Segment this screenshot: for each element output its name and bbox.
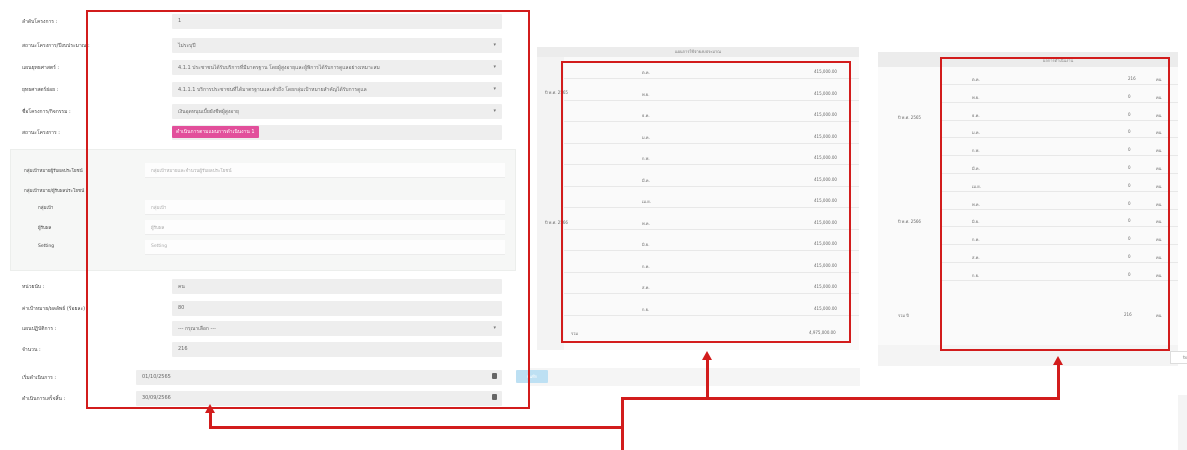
target-label: กลุ่มเป้า [38, 206, 54, 211]
page-edge-strip [1178, 395, 1187, 450]
budget-plan-year-column [537, 57, 564, 350]
arrow-up-icon [702, 351, 712, 360]
strategy-label: แผนยุทธศาสตร์ : [22, 65, 60, 71]
annotation-connector [621, 397, 1059, 400]
beneficiary-label: ผู้รับผล [38, 226, 52, 231]
result-year-2565: ปี พ.ศ. 2565 [898, 115, 921, 120]
project-status-label: สถานะโครงการ : [22, 130, 60, 136]
target-percent-label: ค่าเป้าหมาย/ผลลัพธ์ (ร้อยละ) : [22, 306, 89, 312]
project-name-label: ชื่อโครงการ/กิจกรรม : [22, 109, 71, 115]
annotation-box-budget [561, 61, 851, 343]
budget-plan-title: แผนการใช้จ่ายงบประมาณ [537, 47, 859, 57]
close-button[interactable]: ปิด [1170, 351, 1187, 364]
substrategy-label: ยุทธศาสตร์ย่อย : [22, 87, 59, 93]
annotation-connector [209, 426, 624, 429]
status-year-label: สถานะโครงการ/ปีงบประมาณ : [22, 43, 90, 49]
beneficiary-heading: กลุ่มเป้าหมาย/ผู้รับผลประโยชน์ [24, 189, 85, 194]
annotation-box-form [86, 10, 530, 409]
action-plan-label: แผนปฏิบัติการ : [22, 326, 57, 332]
target-group-heading: กลุ่มเป้าหมายผู้รับผลประโยชน์ [24, 169, 83, 174]
annotation-connector [706, 359, 709, 399]
result-total-label: รวม ปี [898, 313, 909, 318]
end-date-label: ดำเนินการเสร็จสิ้น : [22, 396, 66, 402]
annotation-box-result [940, 57, 1170, 351]
result-year-2566: ปี พ.ศ. 2566 [898, 219, 921, 224]
unit-label: หน่วยนับ : [22, 284, 45, 290]
amount-label: จำนวน : [22, 347, 41, 353]
start-date-label: เริ่มดำเนินการ : [22, 375, 57, 381]
setting-label: Setting [38, 244, 55, 249]
arrow-up-icon [1053, 356, 1063, 365]
arrow-up-icon [205, 404, 215, 413]
annotation-connector [621, 397, 624, 450]
order-label: ลำดับโครงการ : [22, 19, 58, 25]
annotation-connector [1057, 364, 1060, 400]
form-footer-strip [530, 368, 860, 386]
